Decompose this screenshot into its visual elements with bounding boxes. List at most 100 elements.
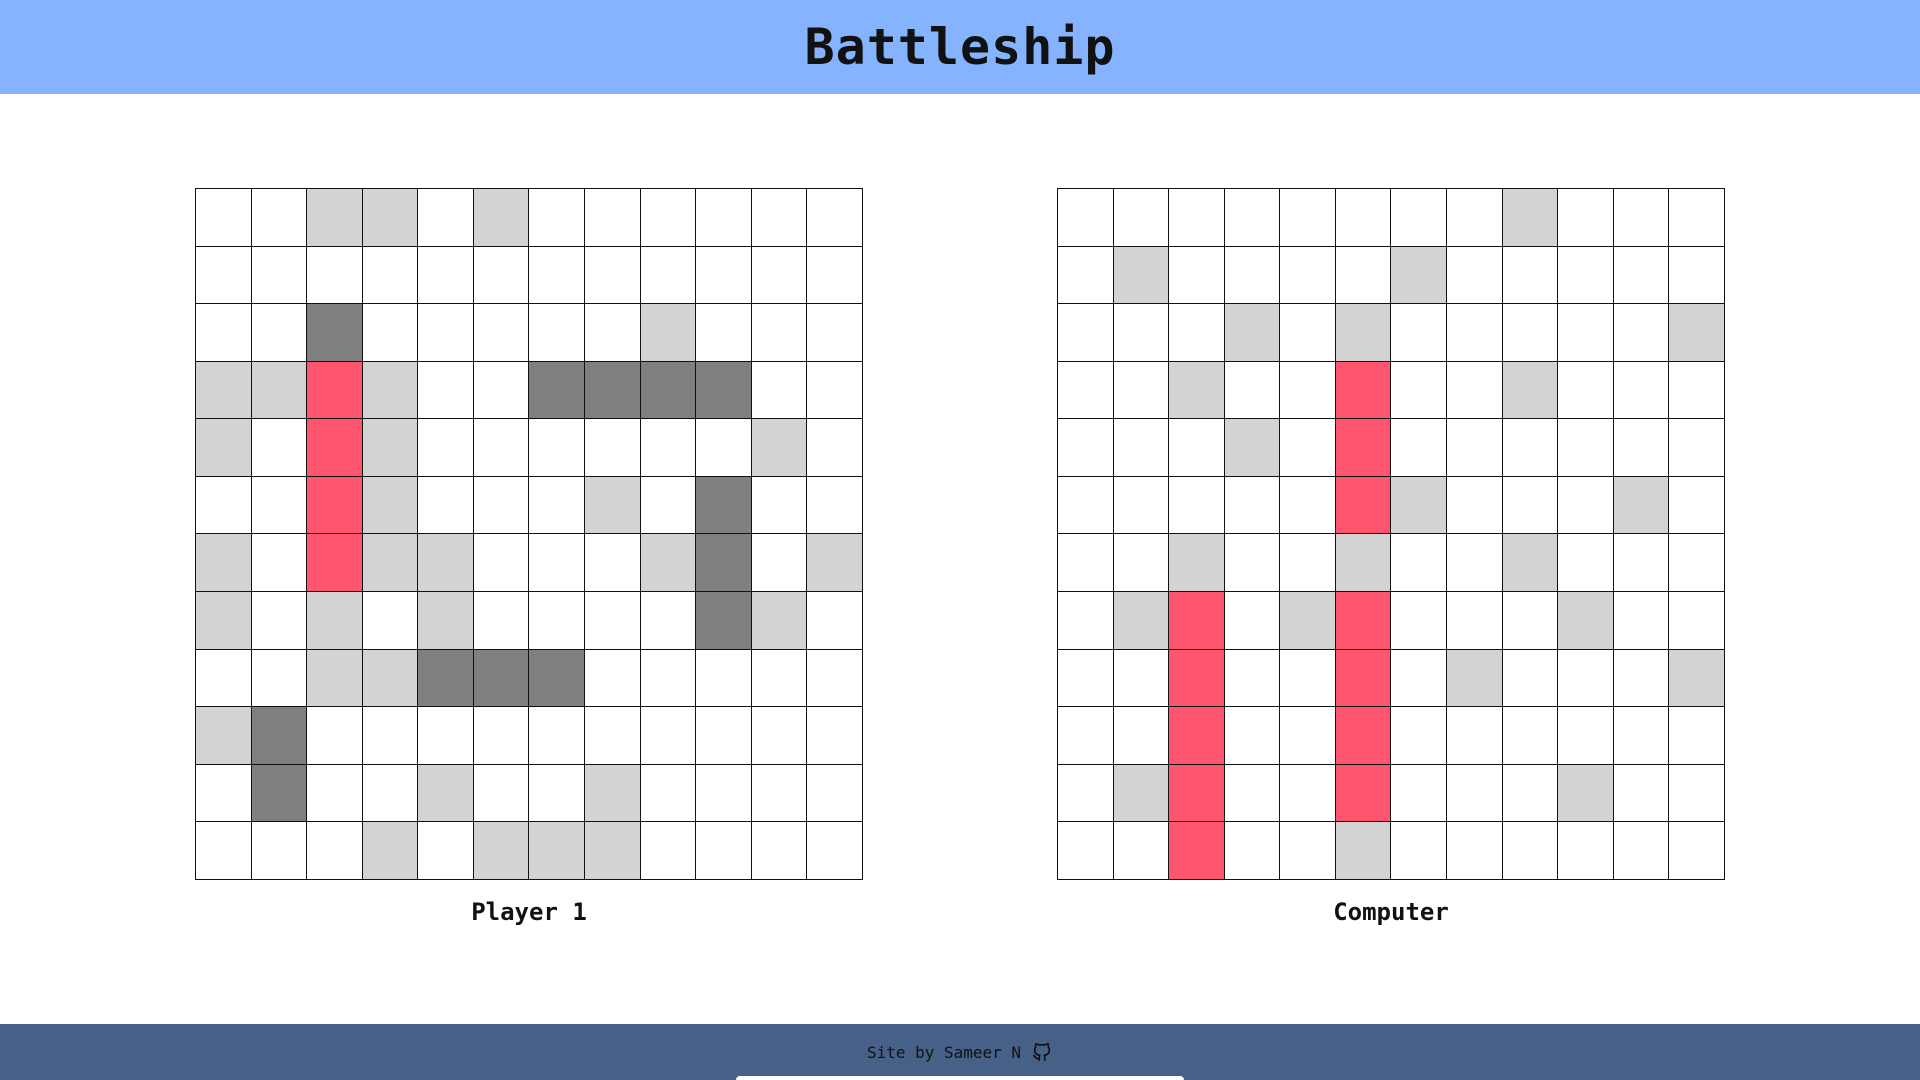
board-cell[interactable]	[1558, 534, 1614, 593]
board-cell[interactable]	[1224, 361, 1281, 420]
board-cell[interactable]	[1447, 534, 1503, 593]
board-cell[interactable]	[1613, 534, 1670, 593]
board-cell[interactable]	[1502, 246, 1559, 305]
board-cell[interactable]	[1502, 419, 1559, 477]
board-cell[interactable]	[1669, 361, 1725, 420]
board-cell[interactable]	[1669, 534, 1725, 593]
board-cell[interactable]	[1613, 707, 1670, 765]
board-cell[interactable]	[1669, 822, 1725, 880]
board-cell[interactable]	[1224, 534, 1281, 593]
board-cell[interactable]	[1613, 822, 1670, 880]
board-cell[interactable]	[1391, 707, 1448, 765]
board-cell[interactable]	[1113, 707, 1170, 765]
board-cell[interactable]	[1558, 304, 1614, 362]
board-cell[interactable]	[1113, 476, 1170, 535]
board-cell[interactable]	[1613, 419, 1670, 477]
board-cell[interactable]	[1280, 189, 1336, 247]
board-cell[interactable]	[1169, 246, 1225, 305]
board-cell[interactable]	[1280, 764, 1336, 823]
board-cell[interactable]	[1280, 419, 1336, 477]
board-cell[interactable]	[1391, 361, 1448, 420]
board-cell[interactable]	[1280, 649, 1336, 708]
board-cell[interactable]	[1558, 592, 1614, 650]
board-cell[interactable]	[1113, 304, 1170, 362]
github-icon[interactable]	[1031, 1041, 1053, 1063]
board-cell[interactable]	[1280, 592, 1336, 650]
board-cell[interactable]	[1502, 534, 1559, 593]
board-cell[interactable]	[1224, 189, 1281, 247]
board-cell[interactable]	[1058, 189, 1114, 247]
board-cell[interactable]	[1613, 189, 1670, 247]
board-cell[interactable]	[1335, 592, 1392, 650]
board-cell[interactable]	[1169, 304, 1225, 362]
board-cell[interactable]	[1391, 304, 1448, 362]
board-cell[interactable]	[1280, 707, 1336, 765]
board-cell[interactable]	[1224, 246, 1281, 305]
board-cell[interactable]	[1502, 822, 1559, 880]
computer-board[interactable]	[1057, 188, 1725, 880]
board-cell[interactable]	[1391, 534, 1448, 593]
board-cell[interactable]	[1558, 361, 1614, 420]
board-cell[interactable]	[1391, 649, 1448, 708]
board-cell[interactable]	[1558, 649, 1614, 708]
board-cell[interactable]	[1224, 476, 1281, 535]
board-cell[interactable]	[1613, 361, 1670, 420]
board-cell[interactable]	[1558, 419, 1614, 477]
board-cell[interactable]	[1558, 476, 1614, 535]
board-cell[interactable]	[1447, 822, 1503, 880]
board-cell[interactable]	[1169, 534, 1225, 593]
board-cell[interactable]	[1502, 189, 1559, 247]
board-cell[interactable]	[1058, 476, 1114, 535]
player-board[interactable]	[195, 188, 863, 880]
board-cell[interactable]	[1669, 592, 1725, 650]
board-cell[interactable]	[1058, 304, 1114, 362]
board-cell[interactable]	[1335, 304, 1392, 362]
board-cell[interactable]	[1447, 764, 1503, 823]
board-cell[interactable]	[1169, 476, 1225, 535]
board-cell[interactable]	[1113, 649, 1170, 708]
board-cell[interactable]	[1224, 649, 1281, 708]
board-cell[interactable]	[1224, 822, 1281, 880]
board-cell[interactable]	[1113, 361, 1170, 420]
board-cell[interactable]	[1058, 534, 1114, 593]
board-cell[interactable]	[1335, 707, 1392, 765]
board-cell[interactable]	[1058, 764, 1114, 823]
board-cell[interactable]	[1169, 592, 1225, 650]
board-cell[interactable]	[1280, 534, 1336, 593]
board-cell[interactable]	[1280, 822, 1336, 880]
board-cell[interactable]	[1558, 764, 1614, 823]
board-cell[interactable]	[1391, 592, 1448, 650]
board-cell[interactable]	[1613, 592, 1670, 650]
board-cell[interactable]	[1335, 534, 1392, 593]
board-cell[interactable]	[1447, 419, 1503, 477]
board-cell[interactable]	[1280, 476, 1336, 535]
board-cell[interactable]	[1613, 304, 1670, 362]
board-cell[interactable]	[1502, 304, 1559, 362]
board-cell[interactable]	[1169, 764, 1225, 823]
board-cell[interactable]	[1669, 707, 1725, 765]
board-cell[interactable]	[1169, 189, 1225, 247]
board-cell[interactable]	[1613, 476, 1670, 535]
board-cell[interactable]	[1335, 189, 1392, 247]
board-cell[interactable]	[1058, 246, 1114, 305]
board-cell[interactable]	[1447, 476, 1503, 535]
board-cell[interactable]	[1613, 649, 1670, 708]
board-cell[interactable]	[1391, 246, 1448, 305]
board-cell[interactable]	[1502, 592, 1559, 650]
board-cell[interactable]	[1169, 419, 1225, 477]
board-cell[interactable]	[1169, 822, 1225, 880]
board-cell[interactable]	[1391, 764, 1448, 823]
board-cell[interactable]	[1669, 476, 1725, 535]
board-cell[interactable]	[1058, 649, 1114, 708]
board-cell[interactable]	[1224, 707, 1281, 765]
board-cell[interactable]	[1113, 822, 1170, 880]
board-cell[interactable]	[1391, 476, 1448, 535]
board-cell[interactable]	[1447, 304, 1503, 362]
board-cell[interactable]	[1280, 304, 1336, 362]
board-cell[interactable]	[1335, 649, 1392, 708]
board-cell[interactable]	[1169, 361, 1225, 420]
board-cell[interactable]	[1502, 764, 1559, 823]
board-cell[interactable]	[1113, 189, 1170, 247]
board-cell[interactable]	[1447, 189, 1503, 247]
board-cell[interactable]	[1558, 246, 1614, 305]
